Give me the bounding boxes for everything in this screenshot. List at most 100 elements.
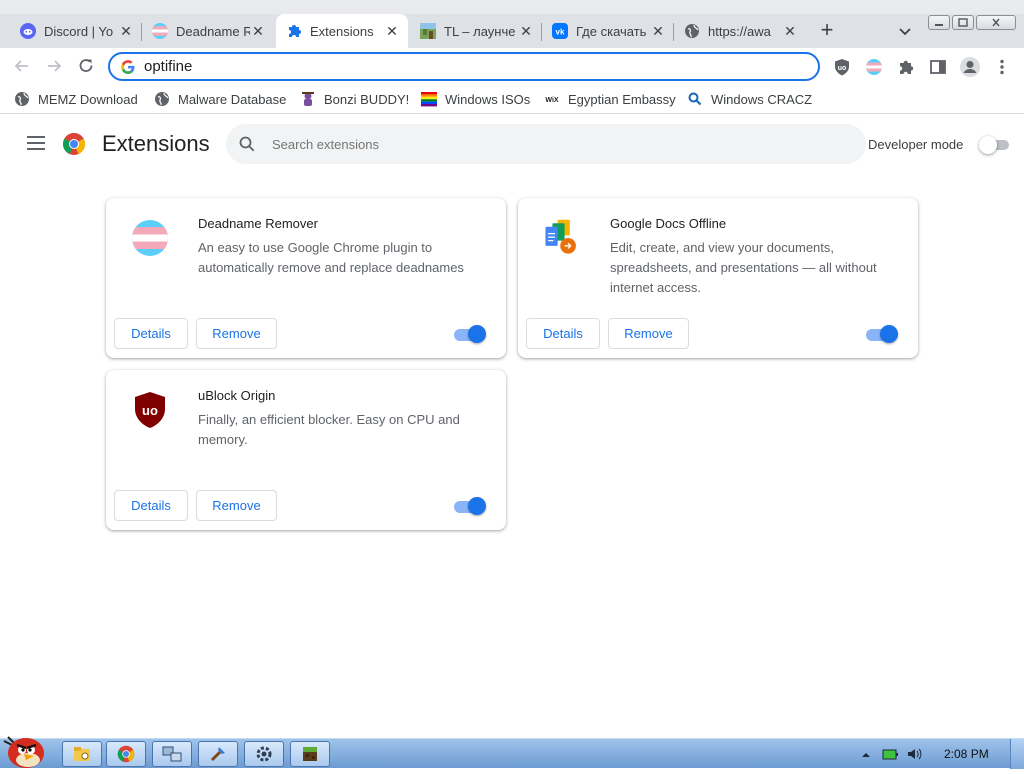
explorer-icon[interactable]	[62, 741, 102, 767]
maximize-button[interactable]	[952, 15, 974, 30]
tab-label: TL – лаунче	[444, 23, 516, 39]
svg-text:WiX: WiX	[545, 97, 558, 104]
close-icon[interactable]: ✕	[384, 23, 400, 39]
omnibox-input[interactable]	[144, 58, 744, 75]
bookmark-label: Egyptian Embassy	[568, 91, 676, 107]
system-clock[interactable]: 2:08 PM	[944, 747, 989, 761]
puzzle-icon[interactable]	[896, 57, 916, 77]
tab-label: https://awa	[708, 23, 771, 39]
remove-button[interactable]: Remove	[196, 318, 277, 349]
bookmark-label: Bonzi BUDDY!	[324, 91, 410, 107]
tab-label: Где скачать	[576, 23, 647, 39]
bookmark-windows-cracz[interactable]: Windows CRACZ	[687, 89, 812, 109]
tab-label: Deadname R	[176, 23, 250, 39]
extension-card-ublock-origin: uo uBlock Origin Finally, an efficient b…	[106, 370, 506, 530]
kebab-menu-icon[interactable]	[992, 57, 1012, 77]
bookmark-malware-db[interactable]: Malware Database	[154, 89, 286, 109]
trans-flag-icon	[130, 218, 170, 258]
ublock-origin-icon: uo	[130, 390, 170, 430]
toggle-knob	[468, 497, 486, 515]
google-g-icon	[120, 59, 136, 75]
extension-card-google-docs-offline: Google Docs Offline Edit, create, and vi…	[518, 198, 918, 358]
tab-extensions[interactable]: Extensions ✕	[276, 14, 408, 48]
developer-mode-label: Developer mode	[868, 137, 964, 152]
details-button[interactable]: Details	[526, 318, 600, 349]
extension-name: Google Docs Offline	[610, 216, 727, 231]
network-icon[interactable]	[152, 741, 192, 767]
wix-icon: WiX	[544, 91, 560, 107]
start-button-angry-bird-icon[interactable]	[0, 731, 50, 769]
tab-vk[interactable]: vk Где скачать ✕	[542, 14, 674, 48]
new-tab-button[interactable]: +	[816, 19, 838, 42]
hamburger-menu-icon[interactable]	[27, 136, 47, 152]
details-button[interactable]: Details	[114, 490, 188, 521]
chevron-down-icon[interactable]	[896, 22, 914, 40]
remove-button[interactable]: Remove	[196, 490, 277, 521]
close-icon[interactable]: ✕	[518, 23, 534, 39]
search-input[interactable]	[272, 136, 832, 152]
developer-mode-toggle[interactable]	[979, 136, 1009, 154]
bookmark-egyptian-embassy[interactable]: WiX Egyptian Embassy	[544, 89, 676, 109]
extension-enable-toggle[interactable]	[866, 325, 900, 343]
address-bar[interactable]	[108, 52, 820, 81]
bookmark-memz[interactable]: MEMZ Download	[14, 89, 138, 109]
close-icon[interactable]: ✕	[118, 23, 134, 39]
back-button[interactable]	[12, 56, 32, 76]
remove-button[interactable]: Remove	[608, 318, 689, 349]
extension-description: An easy to use Google Chrome plugin to a…	[198, 240, 464, 275]
extension-enable-toggle[interactable]	[454, 497, 488, 515]
details-button[interactable]: Details	[114, 318, 188, 349]
bookmark-bonzi[interactable]: Bonzi BUDDY!	[300, 89, 409, 109]
side-panel-icon[interactable]	[928, 57, 948, 77]
discord-icon	[20, 23, 36, 39]
close-icon[interactable]: ✕	[650, 23, 666, 39]
volume-icon[interactable]	[906, 746, 922, 762]
toggle-knob	[979, 136, 997, 154]
tab-label: Extensions	[310, 23, 374, 39]
close-icon[interactable]: ✕	[782, 23, 798, 39]
chevron-up-icon[interactable]	[860, 748, 872, 760]
puzzle-icon	[286, 23, 302, 39]
bookmark-label: Windows CRACZ	[711, 91, 813, 107]
vk-icon: vk	[552, 23, 568, 39]
profile-avatar[interactable]	[958, 57, 982, 77]
google-docs-offline-icon	[542, 218, 582, 258]
extensions-header: Extensions Developer mode	[0, 118, 1024, 172]
minecraft-icon[interactable]	[290, 741, 330, 767]
tab-tl-launcher[interactable]: TL – лаунче ✕	[410, 14, 542, 48]
toggle-knob	[880, 325, 898, 343]
page-title: Extensions	[102, 131, 210, 156]
forward-button[interactable]	[44, 56, 64, 76]
tool-icon[interactable]	[198, 741, 238, 767]
search-icon	[239, 136, 255, 152]
trans-flag-icon[interactable]	[864, 57, 884, 77]
globe-icon	[154, 91, 170, 107]
extension-description: Edit, create, and view your documents, s…	[610, 240, 877, 295]
tl-launcher-icon	[420, 23, 436, 39]
chrome-icon[interactable]	[106, 741, 146, 767]
tab-awa[interactable]: https://awa ✕	[674, 14, 806, 48]
chrome-logo-icon	[62, 132, 86, 156]
extension-card-deadname-remover: Deadname Remover An easy to use Google C…	[106, 198, 506, 358]
extension-enable-toggle[interactable]	[454, 325, 488, 343]
taskbar: 2:08 PM	[0, 736, 1024, 769]
svg-text:uo: uo	[142, 403, 158, 418]
tab-deadname-remover[interactable]: Deadname R ✕	[142, 14, 274, 48]
trans-flag-icon	[152, 23, 168, 39]
bookmark-label: Malware Database	[178, 91, 287, 107]
toggle-knob	[468, 325, 486, 343]
battery-icon[interactable]	[882, 746, 898, 762]
reload-button[interactable]	[76, 56, 96, 76]
bookmark-windows-isos[interactable]: Windows ISOs	[421, 89, 530, 109]
ublock-origin-icon[interactable]: uo	[832, 57, 852, 77]
settings-icon[interactable]	[244, 741, 284, 767]
bookmark-label: Windows ISOs	[445, 91, 531, 107]
close-window-button[interactable]	[976, 15, 1016, 30]
close-icon[interactable]: ✕	[250, 23, 266, 39]
bookmark-label: MEMZ Download	[38, 91, 138, 107]
show-desktop-button[interactable]	[1010, 739, 1024, 769]
minimize-button[interactable]	[928, 15, 950, 30]
tab-discord[interactable]: Discord | Yo ✕	[10, 14, 142, 48]
extension-name: Deadname Remover	[198, 216, 318, 231]
extensions-search[interactable]	[226, 124, 866, 164]
